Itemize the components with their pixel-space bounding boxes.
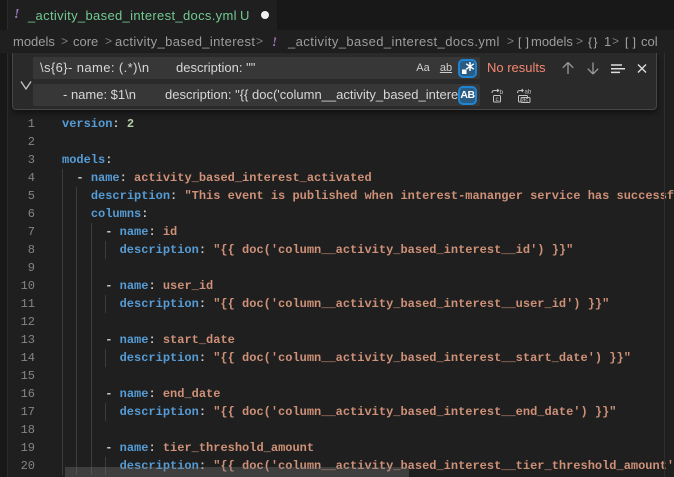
svg-text:ab: ab <box>525 90 532 96</box>
svg-text:b: b <box>500 89 504 96</box>
svg-text:ac: ac <box>522 98 528 104</box>
